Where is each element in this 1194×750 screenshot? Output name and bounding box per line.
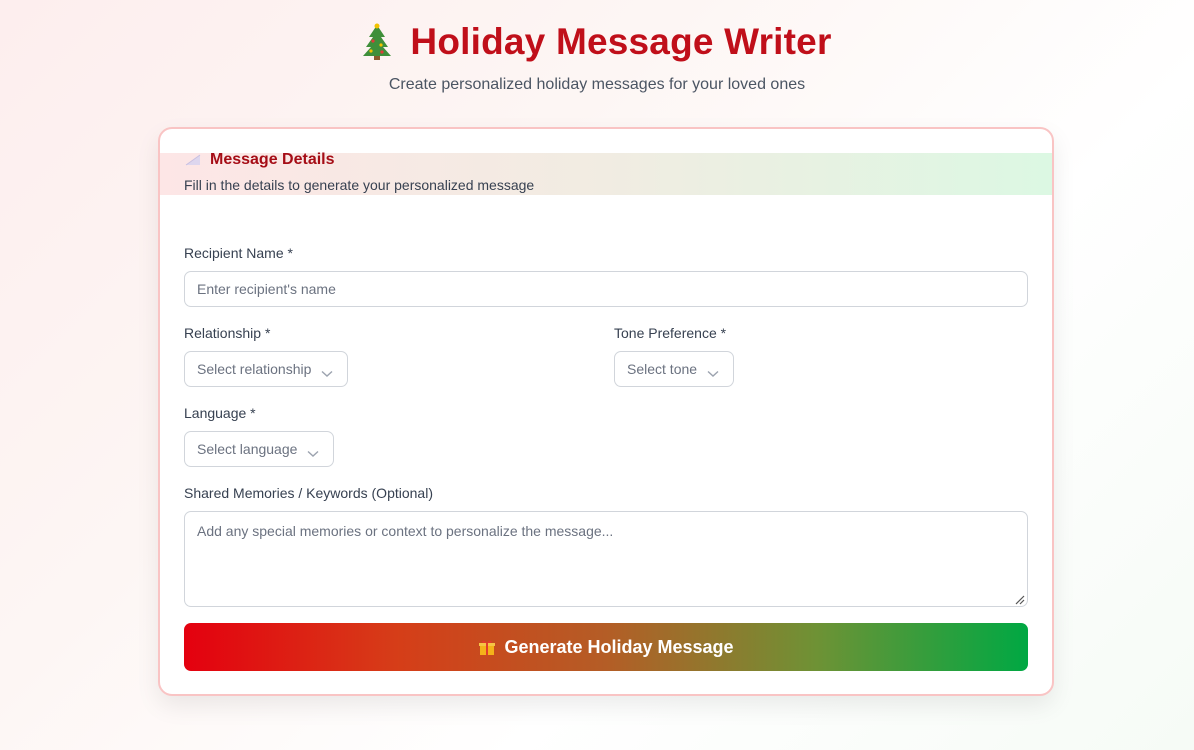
language-label: Language * bbox=[184, 405, 256, 421]
recipient-name-input[interactable]: Enter recipient's name bbox=[184, 271, 1028, 307]
memories-textarea[interactable]: Add any special memories or context to p… bbox=[184, 511, 1028, 607]
christmas-tree-icon bbox=[362, 23, 392, 61]
memories-placeholder: Add any special memories or context to p… bbox=[197, 523, 614, 539]
recipient-name-placeholder: Enter recipient's name bbox=[197, 281, 336, 297]
relationship-select[interactable]: Select relationship bbox=[184, 351, 348, 387]
card-header: Message Details Fill in the details to g… bbox=[160, 151, 1052, 195]
gift-icon bbox=[478, 638, 496, 656]
page-header: Holiday Message Writer Create personaliz… bbox=[0, 20, 1194, 94]
memo-icon bbox=[184, 153, 202, 167]
relationship-label: Relationship * bbox=[184, 325, 271, 341]
message-details-card: Message Details Fill in the details to g… bbox=[158, 127, 1054, 696]
generate-button-label: Generate Holiday Message bbox=[504, 636, 734, 657]
language-value: Select language bbox=[197, 441, 298, 457]
recipient-name-label: Recipient Name * bbox=[184, 245, 293, 261]
page-title: Holiday Message Writer bbox=[410, 21, 832, 62]
title-row: Holiday Message Writer bbox=[362, 20, 831, 64]
memories-label: Shared Memories / Keywords (Optional) bbox=[184, 485, 433, 501]
tone-select[interactable]: Select tone bbox=[614, 351, 734, 387]
chevron-down-icon bbox=[321, 365, 333, 377]
relationship-value: Select relationship bbox=[197, 361, 312, 377]
page-subtitle: Create personalized holiday messages for… bbox=[388, 76, 806, 93]
chevron-down-icon bbox=[307, 445, 319, 457]
card-title: Message Details bbox=[210, 151, 335, 168]
language-select[interactable]: Select language bbox=[184, 431, 334, 467]
chevron-down-icon bbox=[707, 365, 719, 377]
tone-label: Tone Preference * bbox=[614, 325, 727, 341]
generate-message-button[interactable]: Generate Holiday Message bbox=[184, 623, 1028, 671]
card-description: Fill in the details to generate your per… bbox=[184, 177, 535, 193]
card-title-row: Message Details bbox=[184, 151, 335, 169]
resize-handle-icon[interactable] bbox=[1013, 592, 1025, 605]
tone-value: Select tone bbox=[627, 361, 698, 377]
